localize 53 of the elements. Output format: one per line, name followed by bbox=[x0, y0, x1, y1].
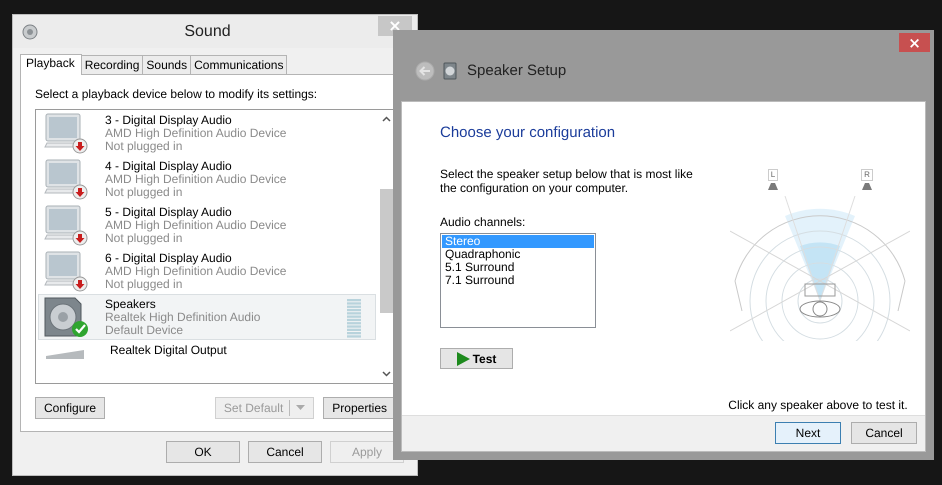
device-name: 4 - Digital Display Audio bbox=[105, 160, 233, 173]
device-button[interactable]: Configure bbox=[35, 397, 106, 419]
device-item[interactable]: Realtek Digital Output bbox=[38, 340, 376, 383]
dialog-button[interactable]: Cancel bbox=[248, 441, 322, 463]
device-name: 3 - Digital Display Audio bbox=[105, 114, 233, 127]
speaker-button[interactable]: L bbox=[765, 169, 781, 190]
window-title: Speaker Setup bbox=[467, 62, 566, 79]
caret-icon bbox=[296, 405, 306, 411]
device-status: Default Device bbox=[105, 324, 184, 337]
dialog-button[interactable]: OK bbox=[166, 441, 240, 463]
tab[interactable]: Communications bbox=[190, 55, 288, 74]
device-driver: AMD High Definition Audio Device bbox=[105, 127, 288, 140]
device-status: Not plugged in bbox=[105, 278, 184, 291]
tab[interactable]: Recording bbox=[80, 55, 144, 74]
scrollbar-thumb[interactable] bbox=[380, 189, 393, 313]
page-heading: Choose your configuration bbox=[440, 124, 616, 141]
instruction-text: Select a playback device below to modify its settings: bbox=[35, 87, 318, 101]
field-label: Audio channels: bbox=[440, 215, 526, 229]
device-item[interactable]: Speakers Realtek High Definition Audio Default Device bbox=[38, 294, 376, 340]
device-name: 5 - Digital Display Audio bbox=[105, 206, 233, 219]
volume-meter-drawing bbox=[347, 299, 361, 339]
device-name: Speakers bbox=[105, 298, 157, 311]
channel-option[interactable]: 7.1 Surround bbox=[442, 274, 594, 287]
hint-text: Click any speaker above to test it. bbox=[728, 398, 908, 412]
play-icon bbox=[456, 352, 470, 366]
channel-option[interactable]: 5.1 Surround bbox=[442, 261, 594, 274]
wizard-button[interactable]: Cancel bbox=[851, 422, 917, 444]
device-name: 6 - Digital Display Audio bbox=[105, 252, 233, 265]
wizard-button[interactable]: Next bbox=[775, 422, 841, 444]
device-driver: AMD High Definition Audio Device bbox=[105, 173, 288, 186]
scroll-up-icon bbox=[382, 116, 391, 122]
channel-option[interactable]: Quadraphonic bbox=[442, 248, 594, 261]
device-icon bbox=[46, 350, 84, 359]
device-item[interactable]: 6 - Digital Display Audio AMD High Definition Audio Device Not plugged in bbox=[38, 248, 376, 294]
device-status: Not plugged in bbox=[105, 140, 184, 153]
window-title: Sound bbox=[183, 22, 232, 40]
tab[interactable]: Playback bbox=[20, 54, 82, 75]
device-name: Realtek Digital Output bbox=[110, 344, 228, 357]
device-item[interactable]: 4 - Digital Display Audio AMD High Definition Audio Device Not plugged in bbox=[38, 156, 376, 202]
tab[interactable]: Sounds bbox=[142, 55, 192, 74]
speaker-button[interactable]: R bbox=[859, 169, 875, 190]
device-driver: AMD High Definition Audio Device bbox=[105, 219, 288, 232]
scroll-down-icon bbox=[382, 371, 391, 377]
description-text: Select the speaker setup below that is most like the configuration on your computer. bbox=[440, 167, 694, 195]
close-button[interactable]: × bbox=[899, 33, 930, 52]
device-status: Not plugged in bbox=[105, 186, 184, 199]
device-item[interactable]: 3 - Digital Display Audio AMD High Definition Audio Device Not plugged in bbox=[38, 110, 376, 156]
device-status: Not plugged in bbox=[105, 232, 184, 245]
device-item[interactable]: 5 - Digital Display Audio AMD High Definition Audio Device Not plugged in bbox=[38, 202, 376, 248]
device-button[interactable]: Properties bbox=[323, 397, 396, 419]
device-driver: AMD High Definition Audio Device bbox=[105, 265, 288, 278]
device-driver: Realtek High Definition Audio bbox=[105, 311, 262, 324]
test-button[interactable]: Test bbox=[440, 348, 513, 369]
